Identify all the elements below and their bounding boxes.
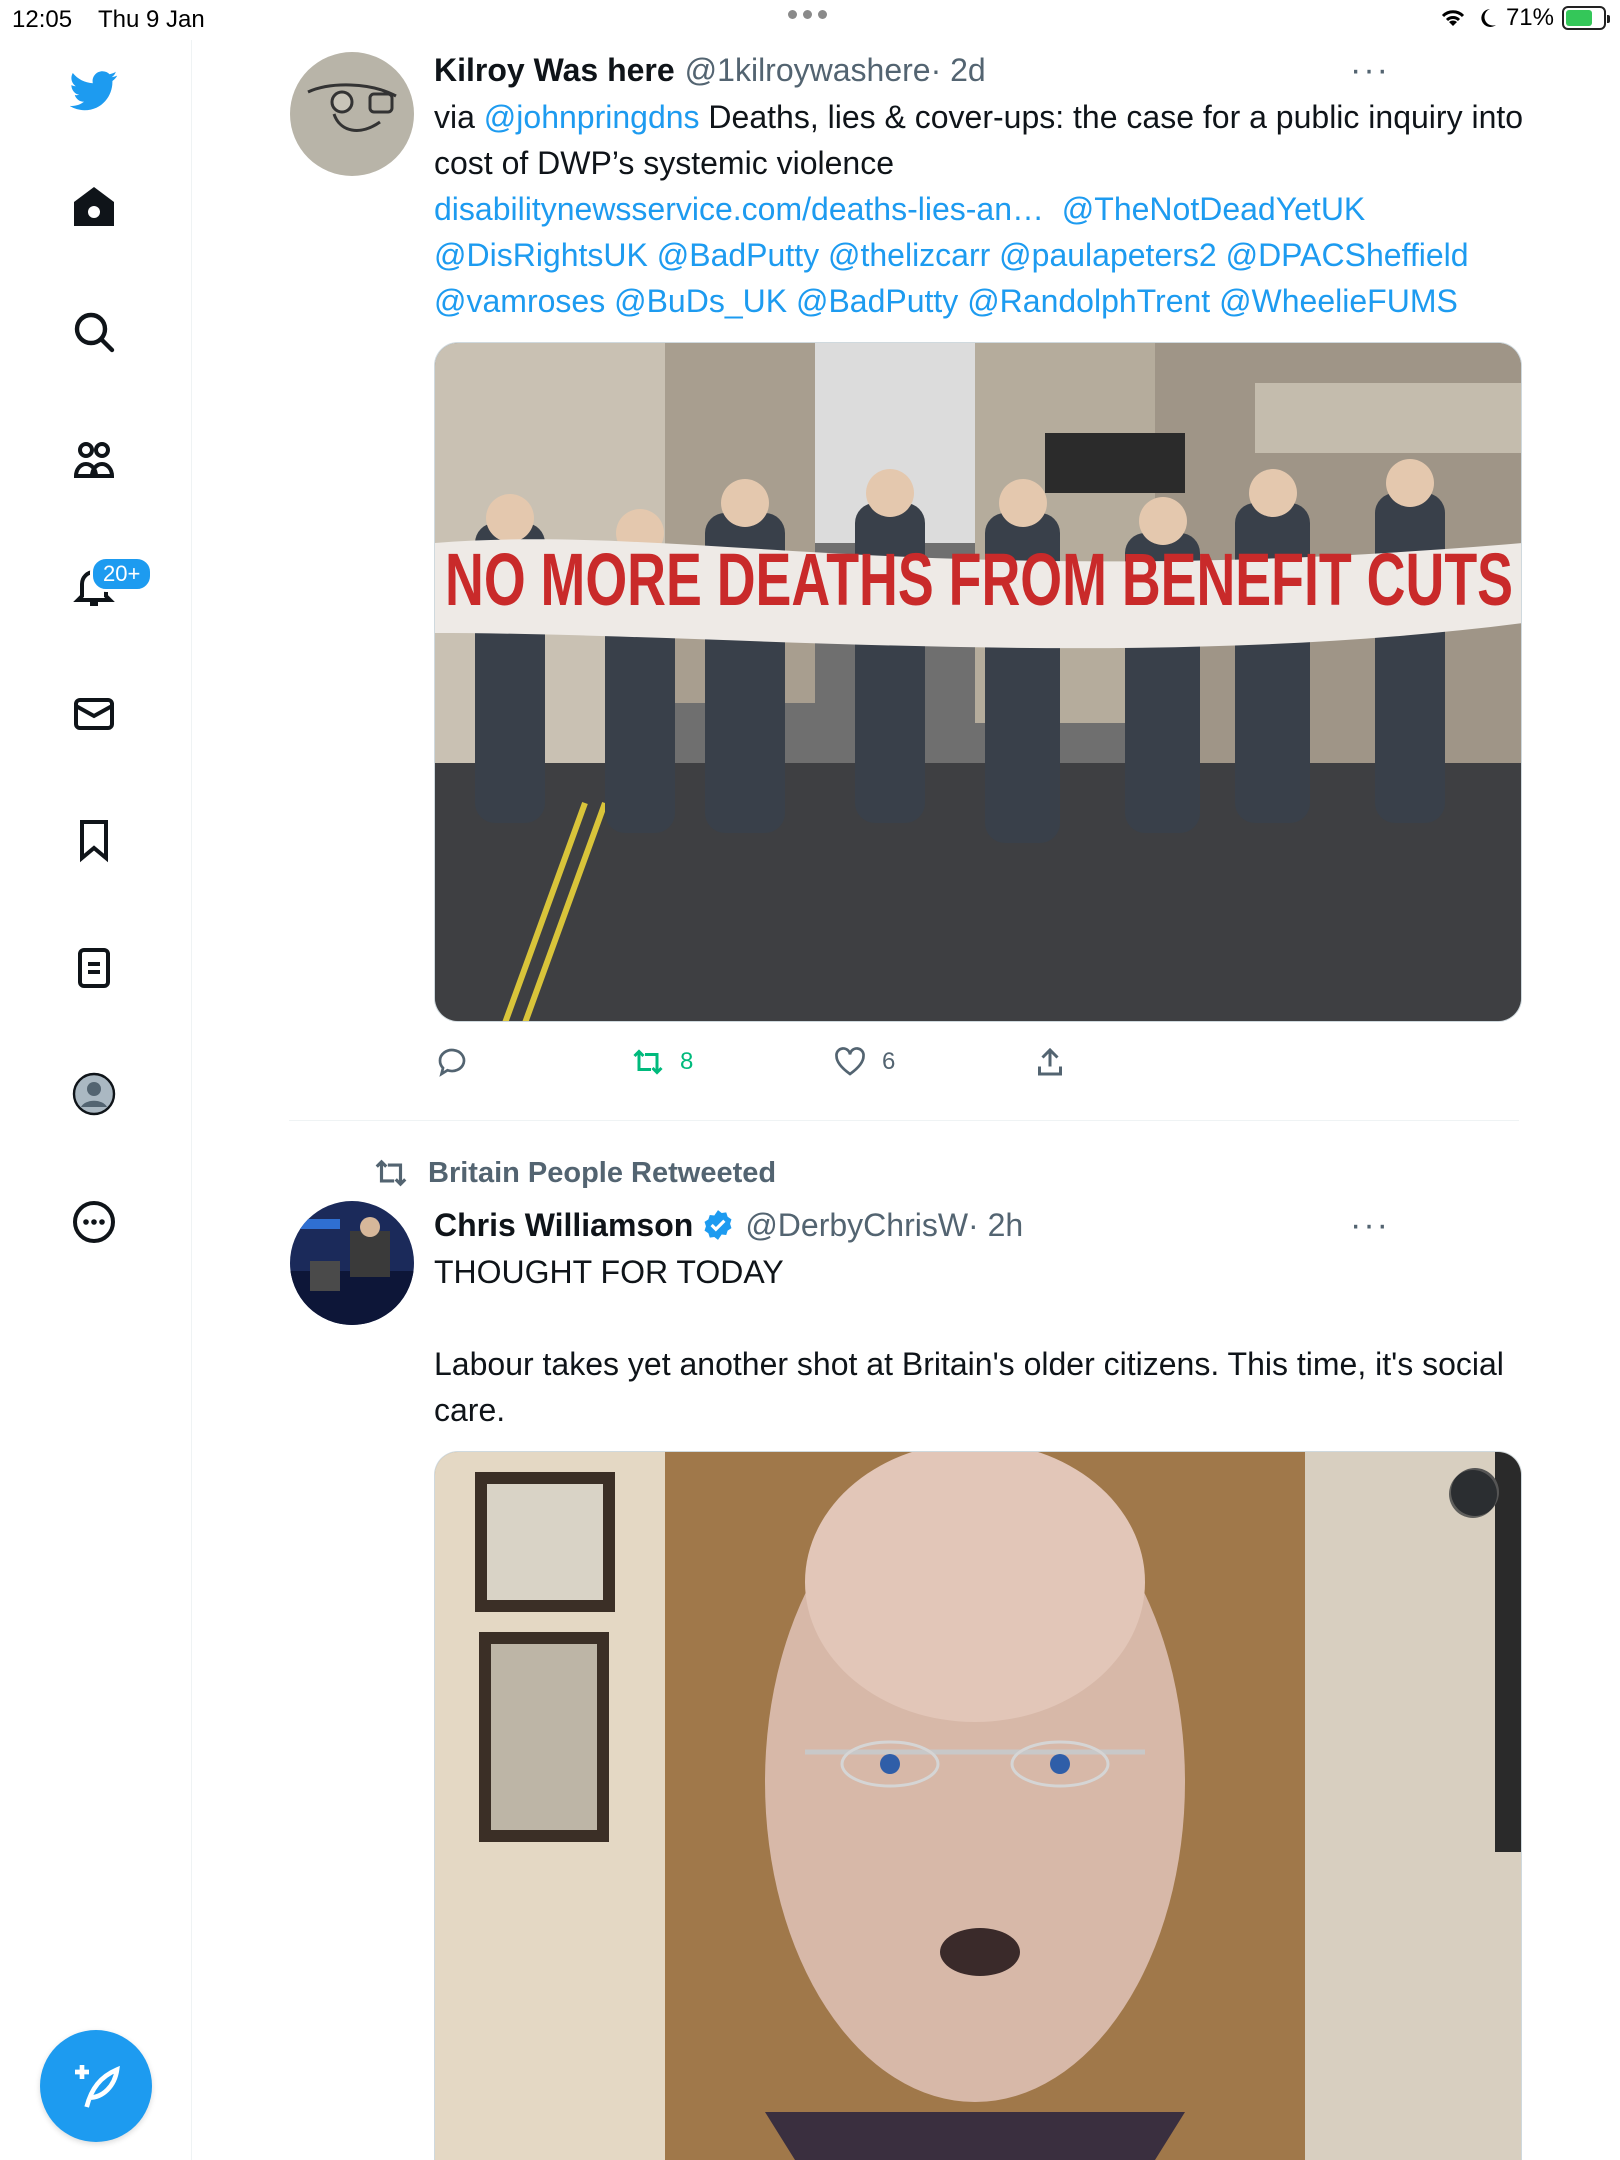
timeline: Kilroy Was here @1kilroywashere · 2d ···…	[289, 40, 1523, 2160]
tweet-text-line1: THOUGHT FOR TODAY	[434, 1254, 784, 1290]
status-time: 12:05	[12, 6, 73, 33]
multitasking-dots-icon[interactable]	[788, 10, 827, 19]
avatar[interactable]	[290, 1201, 414, 1325]
author-name[interactable]: Kilroy Was here	[434, 46, 675, 94]
verified-badge-icon	[704, 1210, 732, 1240]
share-icon	[1038, 1047, 1062, 1076]
reply-icon	[438, 1048, 466, 1077]
retweet-context[interactable]: Britain People Retweeted	[372, 1145, 1520, 1201]
tweet-video[interactable]	[434, 1451, 1522, 2160]
retweet-button[interactable]: 8	[630, 1044, 832, 1080]
notifications-badge: 20+	[90, 556, 154, 592]
wifi-icon	[1441, 10, 1465, 26]
sidebar: 20+	[0, 40, 192, 2160]
heart-icon	[835, 1047, 865, 1076]
tweet-time[interactable]: · 2d	[931, 46, 986, 94]
url-link[interactable]: disabilitynewsservice.com/deaths-lies-an…	[434, 191, 1044, 227]
communities-icon[interactable]	[62, 428, 126, 492]
author-handle[interactable]: @DerbyChrisW	[745, 1201, 968, 1249]
tweet-more-icon[interactable]: ···	[1350, 46, 1390, 94]
like-count: 6	[882, 1048, 896, 1075]
tweet-photo[interactable]: NO MORE DEATHS FROM BENEFIT CUTS	[434, 342, 1522, 1022]
reply-button[interactable]	[434, 1044, 630, 1080]
tweet[interactable]: Britain People Retweeted Chris Williamso…	[290, 1121, 1522, 2160]
profile-avatar-icon[interactable]	[62, 1062, 126, 1126]
banner-text: NO MORE DEATHS FROM BENEFIT CUTS	[445, 538, 1513, 621]
lists-icon[interactable]	[62, 936, 126, 1000]
video-captions-icon[interactable]	[1449, 1470, 1497, 1518]
more-options-icon[interactable]	[62, 1190, 126, 1254]
twitter-logo-icon[interactable]	[62, 58, 126, 122]
tweet[interactable]: Kilroy Was here @1kilroywashere · 2d ···…	[289, 40, 1523, 1121]
tweet-text-prefix: via	[434, 99, 484, 135]
author-handle[interactable]: @1kilroywashere	[685, 46, 931, 94]
share-button[interactable]	[1032, 1044, 1068, 1080]
tweet-text-line2: Labour takes yet another shot at Britain…	[434, 1346, 1504, 1428]
home-icon[interactable]	[62, 174, 126, 238]
compose-tweet-button[interactable]	[40, 2030, 152, 2142]
feather-plus-icon	[75, 2065, 120, 2108]
battery-percent: 71%	[1505, 4, 1554, 31]
tweet-text: THOUGHT FOR TODAY Labour takes yet anoth…	[434, 1249, 1524, 1433]
like-button[interactable]: 6	[832, 1044, 1032, 1080]
messages-envelope-icon[interactable]	[62, 682, 126, 746]
retweet-icon	[375, 1159, 407, 1187]
moon-icon	[1481, 9, 1496, 27]
tweet-more-icon[interactable]: ···	[1350, 1201, 1390, 1249]
author-name[interactable]: Chris Williamson	[434, 1201, 693, 1249]
search-icon[interactable]	[62, 300, 126, 364]
battery-icon	[1562, 6, 1610, 30]
status-date: Thu 9 Jan	[98, 6, 205, 33]
mention-link[interactable]: @johnpringdns	[484, 99, 700, 135]
tweet-text: via @johnpringdns Deaths, lies & cover-u…	[434, 94, 1524, 324]
retweet-count: 8	[680, 1048, 694, 1075]
retweeted-by-label: Britain People Retweeted	[428, 1156, 777, 1189]
avatar[interactable]	[290, 52, 414, 176]
retweet-icon	[633, 1049, 663, 1075]
bookmarks-icon[interactable]	[62, 808, 126, 872]
tweet-time[interactable]: · 2h	[968, 1201, 1023, 1249]
status-bar: 12:05 Thu 9 Jan 71%	[0, 0, 1620, 40]
